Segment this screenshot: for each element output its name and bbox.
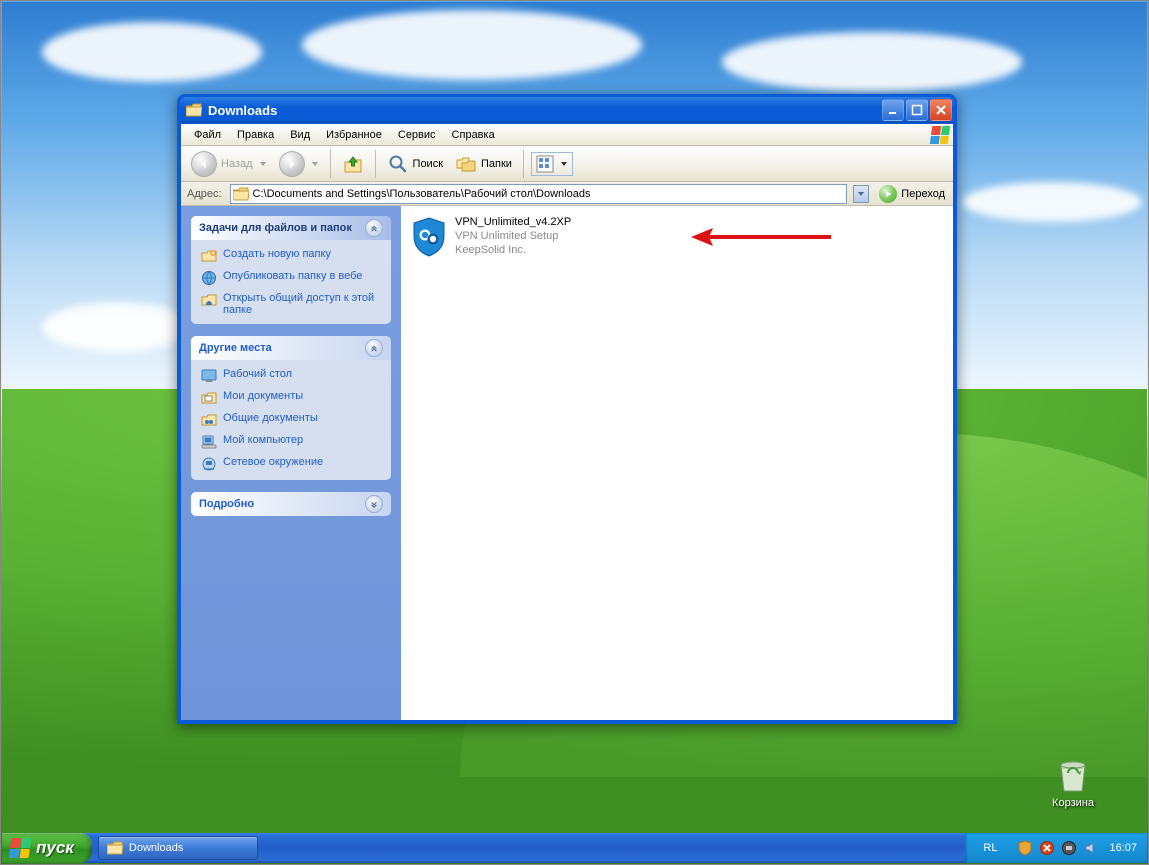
views-button[interactable] bbox=[531, 152, 573, 176]
go-button[interactable]: Переход bbox=[875, 185, 949, 203]
folder-icon bbox=[186, 103, 202, 117]
place-network[interactable]: Сетевое окружение bbox=[201, 456, 381, 472]
place-my-documents[interactable]: Мои документы bbox=[201, 390, 381, 406]
collapse-icon[interactable] bbox=[365, 339, 383, 357]
views-icon bbox=[536, 155, 554, 173]
tray-alert-icon[interactable] bbox=[1039, 840, 1055, 856]
expand-icon[interactable] bbox=[365, 495, 383, 513]
shared-documents-icon bbox=[201, 412, 217, 428]
place-my-computer[interactable]: Мой компьютер bbox=[201, 434, 381, 450]
up-folder-icon bbox=[342, 153, 364, 175]
folders-icon bbox=[455, 153, 477, 175]
folder-icon bbox=[107, 841, 123, 855]
file-company: KeepSolid Inc. bbox=[455, 244, 571, 258]
address-dropdown[interactable] bbox=[853, 185, 869, 203]
task-publish-web[interactable]: Опубликовать папку в вебе bbox=[201, 270, 381, 286]
share-folder-icon bbox=[201, 292, 217, 308]
menu-edit[interactable]: Правка bbox=[230, 127, 281, 143]
tray-unplugged-icon[interactable] bbox=[1061, 840, 1077, 856]
menu-file[interactable]: Файл bbox=[187, 127, 228, 143]
address-bar: Адрес: Переход bbox=[181, 182, 953, 206]
maximize-button[interactable] bbox=[906, 99, 928, 121]
address-input[interactable] bbox=[253, 188, 845, 200]
start-logo-icon bbox=[9, 838, 32, 858]
collapse-icon[interactable] bbox=[365, 219, 383, 237]
tasks-panel-header[interactable]: Задачи для файлов и папок bbox=[191, 216, 391, 240]
address-field[interactable] bbox=[230, 184, 848, 204]
place-shared-documents[interactable]: Общие документы bbox=[201, 412, 381, 428]
details-panel-header[interactable]: Подробно bbox=[191, 492, 391, 516]
menu-favorites[interactable]: Избранное bbox=[319, 127, 389, 143]
explorer-window: Downloads Файл Правка Вид Избранное Серв… bbox=[177, 94, 957, 724]
desktop: Корзина Downloads Файл Правка Вид Избран… bbox=[0, 0, 1149, 865]
installer-shield-icon bbox=[411, 216, 447, 258]
start-button[interactable]: пуск bbox=[2, 833, 92, 863]
go-icon bbox=[879, 185, 897, 203]
task-new-folder[interactable]: Создать новую папку bbox=[201, 248, 381, 264]
back-arrow-icon bbox=[191, 151, 217, 177]
language-indicator[interactable]: RL bbox=[979, 840, 1001, 856]
side-pane: Задачи для файлов и папок Создать новую … bbox=[181, 206, 401, 720]
tasks-panel: Задачи для файлов и папок Создать новую … bbox=[191, 216, 391, 324]
window-title: Downloads bbox=[208, 103, 277, 118]
titlebar[interactable]: Downloads bbox=[180, 97, 954, 123]
back-button[interactable]: Назад bbox=[187, 149, 271, 179]
minimize-button[interactable] bbox=[882, 99, 904, 121]
folders-button[interactable]: Папки bbox=[451, 151, 516, 177]
file-desc: VPN Unlimited Setup bbox=[455, 230, 571, 244]
search-icon bbox=[387, 153, 409, 175]
close-button[interactable] bbox=[930, 99, 952, 121]
tray-volume-icon[interactable] bbox=[1083, 840, 1099, 856]
taskbar-task-downloads[interactable]: Downloads bbox=[98, 836, 258, 860]
toolbar: Назад Поиск Папки bbox=[181, 146, 953, 182]
recycle-bin-label: Корзина bbox=[1052, 797, 1094, 809]
clock[interactable]: 16:07 bbox=[1109, 842, 1137, 854]
annotation-arrow-icon bbox=[691, 226, 831, 251]
menu-view[interactable]: Вид bbox=[283, 127, 317, 143]
file-name: VPN_Unlimited_v4.2XP bbox=[455, 216, 571, 230]
file-list[interactable]: VPN_Unlimited_v4.2XP VPN Unlimited Setup… bbox=[401, 206, 953, 720]
search-button[interactable]: Поиск bbox=[383, 151, 447, 177]
task-share-folder[interactable]: Открыть общий доступ к этой папке bbox=[201, 292, 381, 316]
my-computer-icon bbox=[201, 434, 217, 450]
file-item[interactable]: VPN_Unlimited_v4.2XP VPN Unlimited Setup… bbox=[411, 216, 671, 258]
tray-security-icon[interactable] bbox=[1017, 840, 1033, 856]
desktop-icon bbox=[201, 368, 217, 384]
network-icon bbox=[201, 456, 217, 472]
places-panel-header[interactable]: Другие места bbox=[191, 336, 391, 360]
menu-help[interactable]: Справка bbox=[445, 127, 502, 143]
menu-tools[interactable]: Сервис bbox=[391, 127, 443, 143]
forward-arrow-icon bbox=[279, 151, 305, 177]
details-panel: Подробно bbox=[191, 492, 391, 516]
up-button[interactable] bbox=[338, 151, 368, 177]
address-folder-icon bbox=[233, 187, 249, 201]
place-desktop[interactable]: Рабочий стол bbox=[201, 368, 381, 384]
my-documents-icon bbox=[201, 390, 217, 406]
system-tray[interactable]: RL 16:07 bbox=[965, 833, 1147, 863]
taskbar: пуск Downloads RL 16:07 bbox=[2, 833, 1147, 863]
menubar: Файл Правка Вид Избранное Сервис Справка bbox=[181, 124, 953, 146]
windows-logo-icon bbox=[931, 126, 949, 144]
places-panel: Другие места Рабочий стол Мои документы bbox=[191, 336, 391, 480]
recycle-bin-icon bbox=[1054, 753, 1092, 793]
forward-button[interactable] bbox=[275, 149, 323, 179]
publish-web-icon bbox=[201, 270, 217, 286]
recycle-bin[interactable]: Корзина bbox=[1043, 753, 1103, 809]
new-folder-icon bbox=[201, 248, 217, 264]
address-label: Адрес: bbox=[185, 188, 224, 200]
